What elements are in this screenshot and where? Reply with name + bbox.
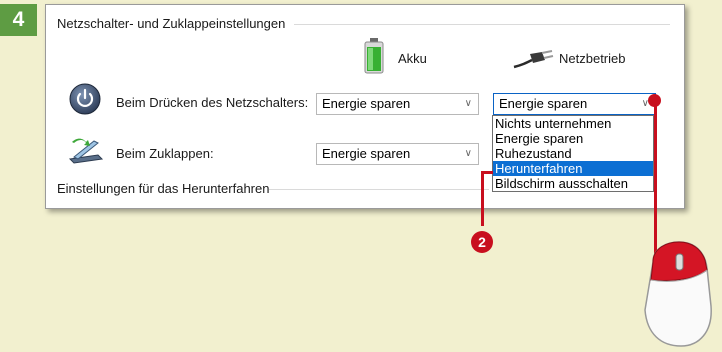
battery-icon: [364, 38, 384, 74]
power-button-options-list[interactable]: Nichts unternehmen Energie sparen Ruhezu…: [492, 115, 654, 192]
laptop-lid-icon: [68, 138, 104, 164]
power-plug-icon: [513, 50, 554, 69]
option-herunterfahren[interactable]: Herunterfahren: [493, 161, 653, 176]
step-badge: 4: [0, 4, 37, 36]
callout-number-badge: 2: [471, 231, 493, 253]
power-options-panel: Netzschalter- und Zuklappeinstellungen A…: [45, 4, 685, 209]
option-ruhezustand[interactable]: Ruhezustand: [493, 146, 653, 161]
power-button-battery-select[interactable]: Energie sparen ∨: [316, 93, 479, 115]
lid-close-battery-select[interactable]: Energie sparen ∨: [316, 143, 479, 165]
select-value: Energie sparen: [322, 146, 411, 161]
callout-line: [481, 171, 484, 226]
callout-line: [654, 100, 657, 260]
power-button-icon: [69, 83, 101, 115]
callout-line: [481, 171, 493, 174]
select-value: Energie sparen: [499, 96, 588, 111]
option-bildschirm-ausschalten[interactable]: Bildschirm ausschalten: [493, 176, 653, 191]
shutdown-section-divider: [269, 189, 489, 190]
power-button-action-label: Beim Drücken des Netzschalters:: [116, 95, 309, 110]
select-value: Energie sparen: [322, 96, 411, 111]
mouse-icon: [644, 241, 712, 347]
lid-close-action-label: Beim Zuklappen:: [116, 146, 214, 161]
shutdown-section-title: Einstellungen für das Herunterfahren: [57, 181, 270, 196]
option-nichts-unternehmen[interactable]: Nichts unternehmen: [493, 116, 653, 131]
power-column-label: Netzbetrieb: [559, 51, 626, 66]
group-divider: [294, 24, 670, 25]
chevron-down-icon: ∨: [464, 98, 472, 109]
group-title: Netzschalter- und Zuklappeinstellungen: [57, 16, 286, 31]
option-energie-sparen[interactable]: Energie sparen: [493, 131, 653, 146]
chevron-down-icon: ∨: [464, 148, 472, 159]
battery-column-label: Akku: [398, 51, 427, 66]
power-button-power-select[interactable]: Energie sparen ∨: [493, 93, 656, 115]
